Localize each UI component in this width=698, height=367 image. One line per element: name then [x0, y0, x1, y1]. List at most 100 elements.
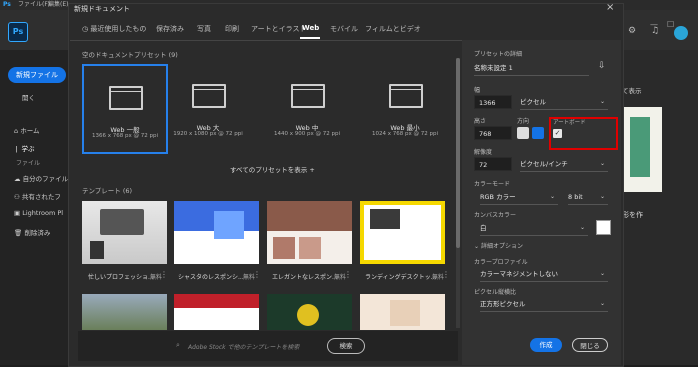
details-header: プリセットの詳細	[474, 51, 523, 58]
sidebar-item-home[interactable]: ⌂ ホーム	[14, 125, 40, 135]
sidebar-item-shared[interactable]: ⚇ 共有されたフ	[14, 191, 61, 201]
search-icon: ⌕	[176, 341, 180, 349]
tab-web[interactable]: Web	[302, 24, 319, 32]
resolution-unit-select[interactable]: ピクセル/インチ ⌄	[520, 157, 608, 172]
template-name: シャスタのレスポンシ...	[178, 274, 244, 281]
show-all-presets-link[interactable]: すべてのプリセットを表示 +	[230, 164, 315, 174]
tab-art[interactable]: アートとイラスト	[251, 24, 306, 34]
template-thumbnail[interactable]	[174, 201, 259, 264]
resolution-field[interactable]: 72	[474, 157, 512, 171]
template-name: ランディングデスクトッ...	[365, 274, 437, 281]
bell-icon[interactable]: ♫	[651, 26, 659, 36]
resolution-label: 解像度	[474, 149, 493, 156]
chevron-down-icon: ⌄	[599, 160, 605, 167]
template-thumbnail[interactable]	[360, 294, 445, 330]
document-icon	[192, 84, 226, 108]
chevron-down-icon: ⌄	[474, 243, 481, 250]
tab-recent[interactable]: ◷ 最近使用したもの	[82, 24, 146, 34]
width-unit-select[interactable]: ピクセル ⌄	[520, 95, 608, 110]
background-select[interactable]: 白 ⌄	[480, 221, 588, 236]
hero-image	[267, 201, 352, 231]
new-file-button[interactable]: 新規ファイル	[8, 67, 66, 83]
active-tab-indicator	[300, 37, 320, 39]
create-button[interactable]: 作成	[530, 338, 562, 352]
hero-image	[214, 211, 244, 239]
background-color-swatch[interactable]	[596, 220, 611, 235]
color-mode-select[interactable]: RGB カラー ⌄	[480, 190, 558, 205]
stock-search-button[interactable]: 検索	[327, 338, 365, 354]
close-icon[interactable]: ×	[606, 2, 614, 13]
home-icon: ⌂	[14, 127, 19, 135]
background-label: カンバスカラー	[474, 212, 517, 219]
ps-small-logo: Ps	[3, 1, 11, 8]
bit-depth-select[interactable]: 8 bit ⌄	[568, 190, 608, 205]
stock-search-input[interactable]: Adobe Stock で他のテンプレートを検索	[188, 342, 299, 351]
tab-photo[interactable]: 写真	[197, 24, 211, 34]
document-name-field[interactable]: 名称未設定 1	[474, 61, 589, 76]
dialog-title: 新規ドキュメント	[74, 5, 130, 13]
chevron-down-icon: ⌄	[599, 98, 605, 105]
trash-icon: 🗑	[14, 229, 23, 237]
template-thumbnail[interactable]	[267, 201, 352, 264]
preset-web-small[interactable]: Web 最小 1024 x 768 px @ 72 ppi	[364, 64, 446, 150]
share-icon: ⚇	[14, 193, 20, 201]
sidebar-item-learn[interactable]: ❘ 学ぶ	[14, 143, 35, 153]
preset-web-common[interactable]: Web 一般 1366 x 768 px @ 72 ppi	[82, 64, 168, 154]
cover-image	[390, 300, 420, 326]
color-profile-select[interactable]: カラーマネジメントしない ⌄	[480, 267, 608, 282]
gear-icon[interactable]: ⚙	[628, 26, 636, 36]
save-preset-icon[interactable]: ⇩	[598, 61, 606, 71]
open-button[interactable]: 開く	[22, 92, 35, 102]
color-profile-label: カラープロファイル	[474, 259, 528, 266]
header-strip	[174, 294, 259, 308]
template-thumbnail[interactable]	[360, 201, 445, 264]
scrollbar-thumb[interactable]	[456, 58, 460, 248]
more-options-icon[interactable]: ⋮	[442, 270, 450, 279]
tab-film-video[interactable]: フィルムとビデオ	[365, 24, 421, 34]
landscape-orientation-icon[interactable]	[532, 127, 544, 139]
portrait-orientation-icon[interactable]	[517, 127, 529, 139]
orientation-label: 方向	[517, 118, 530, 125]
photoshop-logo: Ps	[8, 22, 28, 42]
gallery-image	[273, 237, 295, 259]
template-thumbnail[interactable]	[174, 294, 259, 330]
more-options-icon[interactable]: ⋮	[253, 270, 261, 279]
menu-edit[interactable]: 編集(E)	[48, 0, 68, 10]
width-label: 幅	[474, 87, 481, 94]
maximize-icon[interactable]: ☐	[667, 20, 674, 29]
document-icon	[389, 84, 423, 108]
template-thumbnail[interactable]	[267, 294, 352, 330]
height-label: 高さ	[474, 118, 487, 125]
chevron-down-icon: ⌄	[599, 300, 605, 307]
artboard-checkbox[interactable]: ✓	[553, 129, 562, 138]
template-thumbnail[interactable]	[82, 201, 167, 264]
preset-web-medium[interactable]: Web 中 1440 x 900 px @ 72 ppi	[266, 64, 348, 150]
color-mode-label: カラーモード	[474, 181, 511, 188]
more-options-icon[interactable]: ⋮	[344, 270, 352, 279]
bg-create-text: 形を作	[622, 211, 643, 219]
advanced-options-toggle[interactable]: ⌄ 詳細オプション	[474, 241, 523, 250]
template-name: エレガントなレスポン...	[272, 274, 338, 281]
preset-web-large[interactable]: Web 大 1920 x 1080 px @ 72 ppi	[167, 64, 249, 150]
chevron-down-icon: ⌄	[599, 270, 605, 277]
tab-print[interactable]: 印刷	[225, 24, 239, 34]
badge-graphic	[297, 304, 319, 326]
bg-thumbnail	[622, 107, 662, 192]
templates-title: テンプレート (6)	[82, 187, 133, 195]
tab-saved[interactable]: 保存済み	[156, 24, 184, 34]
tab-mobile[interactable]: モバイル	[330, 24, 358, 34]
more-options-icon[interactable]: ⋮	[160, 270, 168, 279]
width-field[interactable]: 1366	[474, 95, 512, 109]
pixel-aspect-select[interactable]: 正方形ピクセル ⌄	[480, 297, 608, 312]
height-field[interactable]: 768	[474, 126, 512, 140]
sidebar-item-trash[interactable]: 🗑 削除済み	[14, 227, 50, 237]
avatar[interactable]	[674, 26, 688, 40]
chevron-down-icon: ⌄	[579, 224, 585, 231]
chevron-down-icon: ⌄	[549, 193, 555, 200]
sidebar-item-lightroom[interactable]: ▣ Lightroom Pl	[14, 209, 63, 217]
lightroom-icon: ▣	[14, 209, 21, 217]
template-thumbnail[interactable]	[82, 294, 167, 330]
menu-file[interactable]: ファイル(F)	[18, 0, 50, 10]
close-button[interactable]: 閉じる	[572, 338, 608, 352]
sidebar-item-my-files[interactable]: ☁ 自分のファイル	[14, 173, 68, 183]
